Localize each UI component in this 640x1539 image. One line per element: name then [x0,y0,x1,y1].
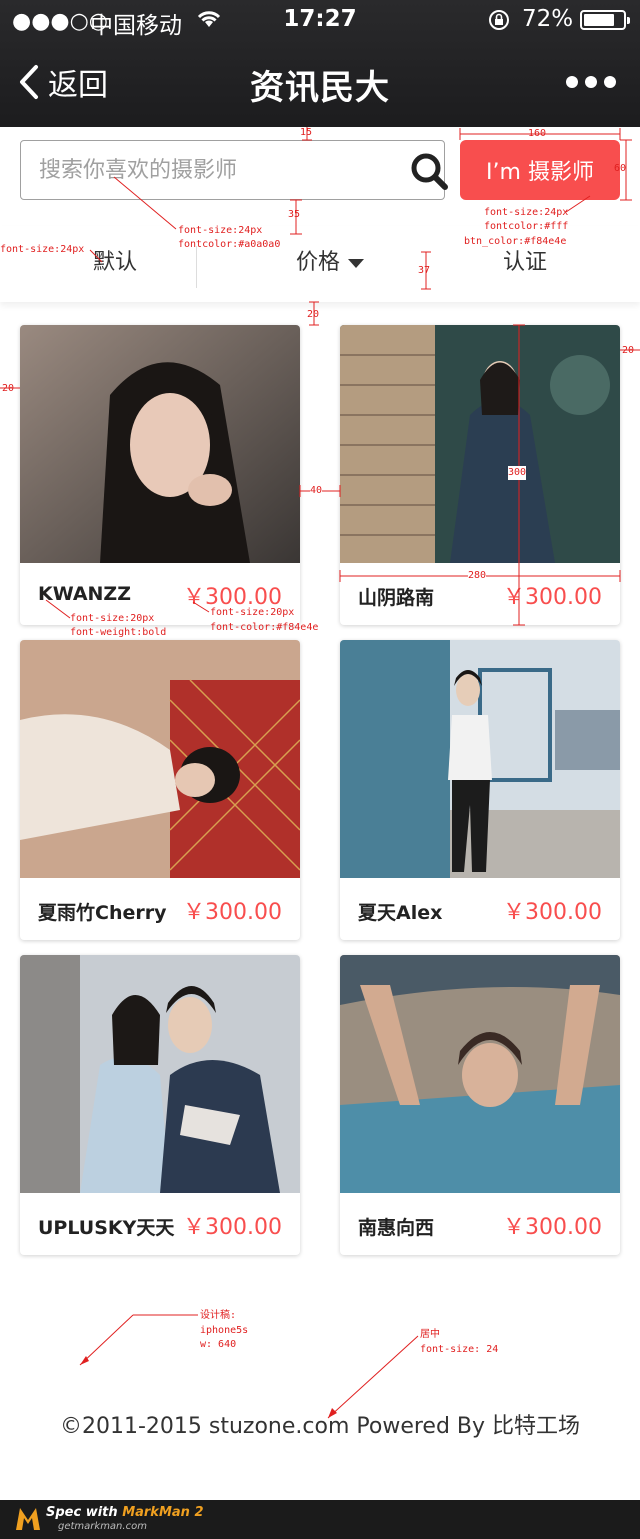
dimension-label: 15 [300,127,313,138]
spec-note: font-color:#f84e4e [210,622,319,633]
photographer-card[interactable]: UPLUSKY天天 ￥300.00 [20,955,300,1255]
photographer-price: ￥300.00 [503,585,602,610]
spec-note: 居中 [420,1329,440,1340]
photographer-name: 山阴路南 [358,587,435,609]
photographer-card[interactable]: 夏雨竹Cherry ￥300.00 [20,640,300,940]
markman-logo-icon [16,1508,40,1530]
tab-divider [196,246,197,288]
photographer-name: 南惠向西 [358,1217,435,1239]
photographer-name: KWANZZ [38,583,131,605]
photographer-photo [20,640,300,878]
battery-percent: 72% [522,6,574,32]
dot-icon [585,76,597,88]
photographer-name: UPLUSKY天天 [38,1217,175,1239]
photographer-photo [340,325,620,563]
dimension-label: 280 [468,569,487,583]
photographer-price: ￥300.00 [503,900,602,925]
spec-note: iphone5s [200,1325,249,1336]
photographer-card[interactable]: 夏天Alex ￥300.00 [340,640,620,940]
spec-note: font-size:20px [210,607,295,618]
spec-note: fontcolor:#fff [484,221,569,232]
photographer-name: 夏雨竹Cherry [38,902,167,924]
photographer-price: ￥300.00 [183,900,282,925]
more-menu-button[interactable] [566,76,616,90]
photographer-photo [20,325,300,563]
photographer-price: ￥300.00 [183,1215,282,1240]
markman-bar: Spec with MarkMan 2 getmarkman.com [0,1500,640,1539]
markman-line1: Spec with [46,1505,123,1520]
photographer-card[interactable]: KWANZZ ￥300.00 [20,325,300,625]
dimension-label: 40 [310,484,323,498]
dimension-label: 160 [528,128,547,139]
dimension-label: 20 [2,383,15,394]
spec-note: font-weight:bold [70,627,167,638]
tab-label: 默认 [92,250,137,275]
battery-icon [580,10,630,30]
photographer-photo [20,955,300,1193]
spec-note: font-size:20px [70,613,155,624]
spec-note: fontcolor:#a0a0a0 [178,239,281,250]
photographer-name: 夏天Alex [358,902,443,924]
spec-note: font-size:24px [484,207,569,218]
markman-url[interactable]: getmarkman.com [58,1521,147,1532]
photographer-photo [340,640,620,878]
markman-brand: MarkMan 2 [122,1505,204,1520]
dimension-label: 35 [288,209,301,220]
copyright-footer: ©2011-2015 stuzone.com Powered By 比特工场 [59,1414,581,1439]
page-title: 资讯民大 [250,68,390,108]
dimension-label: 300 [508,466,527,480]
search-icon[interactable] [409,151,449,195]
spec-note: font-size:24px [0,244,85,255]
spec-note: font-size: 24 [420,1344,499,1355]
caret-down-icon [348,258,364,268]
search-box [20,140,448,200]
top-bar: ●●●○○ 中国移动 17:27 72% 返回 资讯民大 [0,0,640,127]
photographer-price: ￥300.00 [503,1215,602,1240]
tab-label: 认证 [502,250,547,275]
search-input[interactable] [39,151,379,189]
spec-note: font-size:24px [178,225,263,236]
photographer-photo [340,955,620,1193]
dimension-label: 37 [418,265,431,276]
dimension-label: 20 [622,345,635,356]
photographer-card[interactable]: 南惠向西 ￥300.00 [340,955,620,1255]
dimension-label: 60 [614,163,627,174]
dot-icon [566,76,578,88]
markman-text: Spec with MarkMan 2 [46,1505,204,1520]
spec-note: w: 640 [200,1339,237,1350]
spec-note: btn_color:#f84e4e [464,236,567,247]
dimension-label: 20 [307,309,320,320]
rotation-lock-icon [487,8,511,38]
photographer-signup-button[interactable]: I’m 摄影师 [460,140,620,200]
status-bar: ●●●○○ 中国移动 17:27 72% [0,0,640,40]
spec-note: 设计稿: [200,1310,237,1321]
tab-label: 价格 [295,250,340,275]
dot-icon [604,76,616,88]
